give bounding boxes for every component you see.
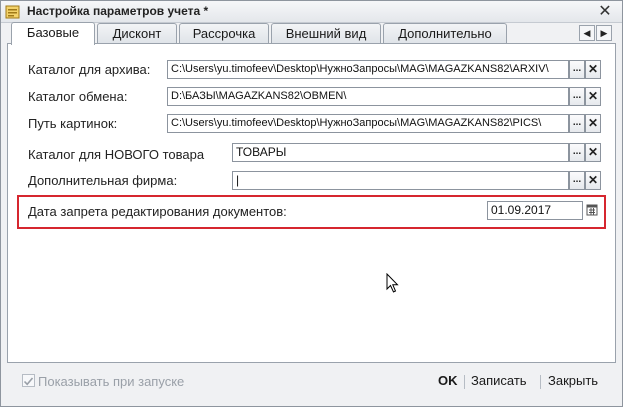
checkmark-icon (23, 377, 34, 386)
new-goods-catalog-input[interactable]: ТОВАРЫ (232, 143, 569, 162)
archive-catalog-input[interactable]: C:\Users\yu.timofeev\Desktop\НужноЗапрос… (167, 60, 569, 79)
exchange-catalog-label: Каталог обмена: (28, 89, 128, 104)
archive-catalog-clear-icon[interactable]: ✕ (585, 60, 601, 79)
archive-catalog-label: Каталог для архива: (28, 62, 151, 77)
tab-scroll-right-icon[interactable]: ▶ (596, 25, 612, 41)
tab-discount[interactable]: Дисконт (97, 23, 177, 44)
extra-firm-select-button[interactable]: ... (569, 171, 585, 190)
new-goods-catalog-label: Каталог для НОВОГО товара (28, 147, 205, 162)
footer-separator (464, 375, 465, 389)
window-title: Настройка параметров учета * (27, 4, 209, 18)
exchange-catalog-select-button[interactable]: ... (569, 87, 585, 106)
tab-additional[interactable]: Дополнительно (383, 23, 507, 44)
tab-scroll-left-icon[interactable]: ◀ (579, 25, 595, 41)
pictures-path-select-button[interactable]: ... (569, 114, 585, 133)
tab-appearance[interactable]: Внешний вид (271, 23, 381, 44)
pictures-path-clear-icon[interactable]: ✕ (585, 114, 601, 133)
archive-catalog-select-button[interactable]: ... (569, 60, 585, 79)
show-on-start-label: Показывать при запуске (38, 374, 185, 389)
new-goods-catalog-clear-icon[interactable]: ✕ (585, 143, 601, 162)
title-bar: Настройка параметров учета * ✕ (1, 1, 622, 23)
pictures-path-input[interactable]: C:\Users\yu.timofeev\Desktop\НужноЗапрос… (167, 114, 569, 133)
exchange-catalog-input[interactable]: D:\БАЗЫ\MAGAZKANS82\OBMEN\ (167, 87, 569, 106)
pictures-path-label: Путь картинок: (28, 116, 118, 131)
new-goods-catalog-select-button[interactable]: ... (569, 143, 585, 162)
ok-button[interactable]: OK (438, 373, 458, 388)
save-button[interactable]: Записать (471, 373, 527, 388)
exchange-catalog-clear-icon[interactable]: ✕ (585, 87, 601, 106)
form-icon (5, 5, 20, 19)
tab-base[interactable]: Базовые (11, 22, 95, 45)
settings-window: Настройка параметров учета * ✕ Базовые Д… (0, 0, 623, 407)
extra-firm-label: Дополнительная фирма: (28, 173, 178, 188)
close-button[interactable]: Закрыть (548, 373, 598, 388)
tab-bar: Базовые Дисконт Рассрочка Внешний вид До… (7, 22, 615, 45)
extra-firm-input[interactable]: | (232, 171, 569, 190)
close-icon[interactable]: ✕ (596, 3, 614, 21)
extra-firm-clear-icon[interactable]: ✕ (585, 171, 601, 190)
edit-lock-date-input[interactable]: 01.09.2017 (487, 201, 583, 220)
show-on-start-checkbox[interactable] (22, 374, 35, 387)
footer-separator (540, 375, 541, 389)
tab-installment[interactable]: Рассрочка (179, 23, 269, 44)
edit-lock-date-label: Дата запрета редактирования документов: (28, 204, 287, 219)
mouse-cursor-icon (386, 273, 399, 293)
calendar-icon[interactable] (584, 201, 600, 220)
